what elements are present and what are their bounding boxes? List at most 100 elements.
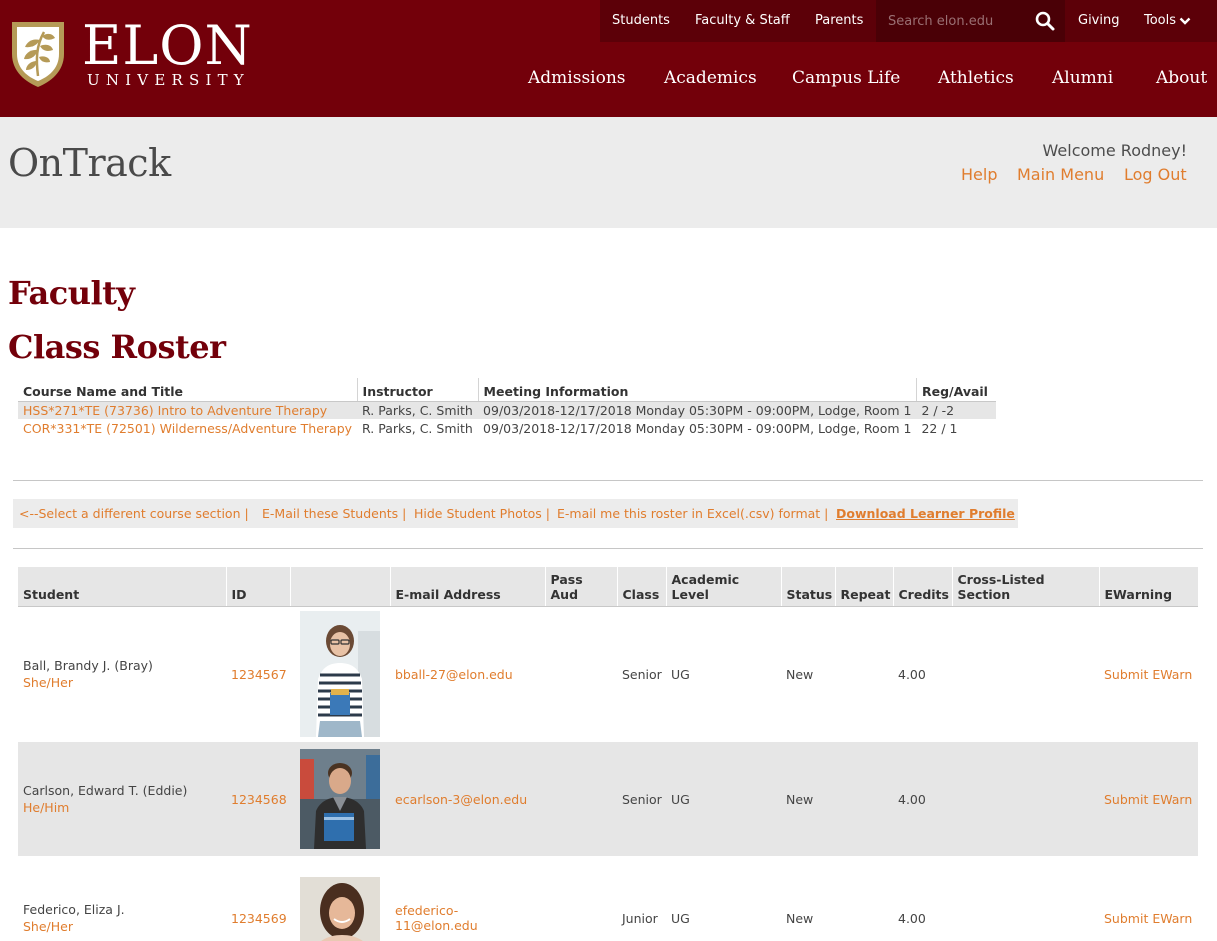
col-reg-avail: Reg/Avail	[916, 378, 997, 402]
util-link-faculty-staff[interactable]: Faculty & Staff	[695, 12, 790, 29]
welcome-message: Welcome Rodney!	[1042, 141, 1187, 160]
app-title: OnTrack	[8, 141, 171, 185]
table-row: Ball, Brandy J. (Bray) She/Her 1234567 b…	[18, 606, 1198, 742]
tools-label: Tools	[1144, 13, 1177, 28]
course-row: COR*331*TE (72501) Wilderness/Adventure …	[18, 419, 996, 437]
repeat-cell	[835, 742, 893, 856]
cross-listed-cell	[952, 856, 1099, 941]
student-cell: Ball, Brandy J. (Bray) She/Her	[18, 606, 226, 742]
student-name: Federico, Eliza J.	[23, 902, 125, 917]
util-link-parents[interactable]: Parents	[815, 12, 863, 29]
credits-cell: 4.00	[893, 856, 952, 941]
student-photo	[300, 611, 380, 738]
student-pronouns[interactable]: He/Him	[23, 799, 221, 816]
help-link[interactable]: Help	[961, 165, 997, 185]
col-photo	[290, 567, 391, 607]
roster-header-row: Student ID E-mail Address Pass Aud Class…	[18, 567, 1198, 607]
academic-level-cell: UG	[666, 856, 781, 941]
divider	[13, 480, 1203, 481]
col-pass-aud: Pass Aud	[545, 567, 618, 607]
logo-wordmark: ELON	[82, 14, 253, 77]
pass-aud-cell	[545, 742, 617, 856]
util-link-giving[interactable]: Giving	[1078, 12, 1119, 29]
academic-level-cell: UG	[666, 742, 781, 856]
student-name: Ball, Brandy J. (Bray)	[23, 658, 153, 674]
course-meeting: 09/03/2018-12/17/2018 Monday 05:30PM - 0…	[483, 420, 912, 436]
email-roster-csv-link[interactable]: E-mail me this roster in Excel(.csv) for…	[557, 506, 828, 522]
status-cell: New	[781, 856, 835, 941]
nav-admissions[interactable]: Admissions	[528, 66, 626, 90]
section-heading: Faculty	[8, 274, 135, 312]
email-students-link[interactable]: E-Mail these Students |	[262, 506, 406, 522]
course-link[interactable]: COR*331*TE (72501) Wilderness/Adventure …	[23, 421, 352, 436]
nav-alumni[interactable]: Alumni	[1052, 66, 1113, 90]
pass-aud-cell	[545, 606, 617, 742]
download-learner-profile-link[interactable]: Download Learner Profile	[836, 506, 1015, 522]
student-photo	[300, 749, 380, 849]
col-instructor: Instructor	[357, 378, 479, 402]
col-status: Status	[781, 567, 836, 607]
pass-aud-cell	[545, 856, 617, 941]
col-id: ID	[226, 567, 291, 607]
search-input[interactable]	[888, 12, 1028, 30]
col-cross-listed: Cross-Listed Section	[952, 567, 1100, 607]
student-photo	[300, 877, 380, 941]
academic-level-cell: UG	[666, 606, 781, 742]
chevron-down-icon	[1179, 17, 1191, 25]
credits-cell: 4.00	[893, 606, 952, 742]
tools-menu[interactable]: Tools	[1144, 12, 1191, 29]
status-cell: New	[781, 606, 835, 742]
col-credits: Credits	[893, 567, 953, 607]
student-name: Carlson, Edward T. (Eddie)	[23, 783, 188, 798]
nav-athletics[interactable]: Athletics	[938, 66, 1014, 90]
credits-cell: 4.00	[893, 742, 952, 856]
shield-logo-icon	[12, 22, 64, 87]
submit-ewarn-link[interactable]: Submit EWarn	[1104, 792, 1192, 807]
nav-about[interactable]: About	[1156, 66, 1207, 90]
divider	[13, 548, 1203, 549]
roster-action-bar: <--Select a different course section | E…	[13, 499, 1018, 528]
course-row: HSS*271*TE (73736) Intro to Adventure Th…	[18, 401, 997, 419]
roster-table: Student ID E-mail Address Pass Aud Class…	[18, 567, 1198, 941]
table-row: Federico, Eliza J. She/Her 1234569 efede…	[18, 856, 1198, 941]
class-cell: Senior	[617, 606, 666, 742]
hide-photos-link[interactable]: Hide Student Photos |	[414, 506, 550, 522]
student-cell: Carlson, Edward T. (Eddie) He/Him	[18, 742, 226, 856]
course-table: Course Name and Title Instructor Meeting…	[18, 378, 997, 437]
photo-cell	[290, 856, 390, 941]
col-repeat: Repeat	[835, 567, 894, 607]
photo-cell	[290, 742, 390, 856]
submit-ewarn-link[interactable]: Submit EWarn	[1104, 667, 1192, 682]
student-id-link[interactable]: 1234568	[231, 792, 287, 807]
student-pronouns[interactable]: She/Her	[23, 918, 221, 935]
util-link-students[interactable]: Students	[612, 12, 670, 29]
elon-logo[interactable]: ELON UNIVERSITY	[10, 14, 310, 92]
student-id-link[interactable]: 1234567	[231, 667, 287, 682]
logo-subtext: UNIVERSITY	[87, 71, 250, 89]
select-section-link[interactable]: <--Select a different course section |	[19, 506, 249, 522]
student-email-link[interactable]: efederico-11@elon.edu	[395, 903, 478, 933]
student-email-link[interactable]: bball-27@elon.edu	[395, 667, 513, 682]
class-cell: Senior	[617, 742, 666, 856]
cross-listed-cell	[952, 742, 1099, 856]
nav-campus-life[interactable]: Campus Life	[792, 66, 900, 90]
logout-link[interactable]: Log Out	[1124, 165, 1187, 185]
main-menu-link[interactable]: Main Menu	[1017, 165, 1104, 185]
table-row: Carlson, Edward T. (Eddie) He/Him 123456…	[18, 742, 1198, 856]
course-reg-avail: 22 / 1	[921, 420, 958, 436]
col-ewarning: EWarning	[1099, 567, 1198, 607]
student-id-link[interactable]: 1234569	[231, 911, 287, 926]
student-cell: Federico, Eliza J. She/Her	[18, 856, 226, 941]
submit-ewarn-link[interactable]: Submit EWarn	[1104, 911, 1192, 926]
course-reg-avail: 2 / -2	[916, 401, 997, 419]
col-class: Class	[617, 567, 667, 607]
course-link[interactable]: HSS*271*TE (73736) Intro to Adventure Th…	[23, 403, 327, 418]
student-email-link[interactable]: ecarlson-3@elon.edu	[395, 792, 527, 807]
class-cell: Junior	[617, 856, 666, 941]
cross-listed-cell	[952, 606, 1099, 742]
col-course-name: Course Name and Title	[18, 378, 358, 402]
student-pronouns[interactable]: She/Her	[23, 674, 221, 691]
search-icon[interactable]	[1034, 10, 1056, 32]
repeat-cell	[835, 606, 893, 742]
nav-academics[interactable]: Academics	[664, 66, 757, 90]
